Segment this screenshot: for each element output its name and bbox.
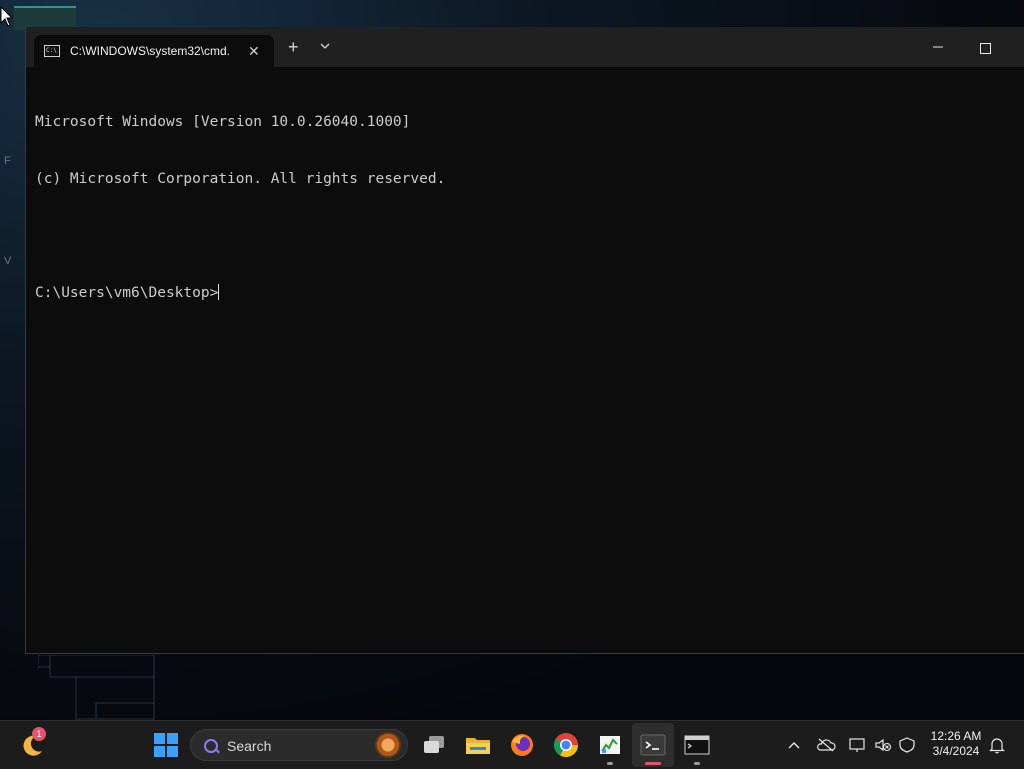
cmd-icon — [684, 735, 710, 755]
terminal-window: C:\ C:\WINDOWS\system32\cmd. ✕ + Microso… — [25, 27, 1024, 654]
task-manager-button[interactable] — [590, 721, 630, 769]
windows-logo-icon — [154, 733, 178, 757]
background-window-fragment — [38, 655, 155, 720]
clock-time: 12:26 AM — [930, 729, 982, 743]
shield-icon — [899, 737, 915, 753]
new-tab-button[interactable]: + — [288, 38, 299, 56]
maximize-icon — [979, 42, 991, 54]
close-tab-icon[interactable]: ✕ — [248, 43, 260, 60]
terminal-icon — [640, 734, 666, 756]
running-indicator — [607, 762, 613, 765]
network-button[interactable] — [846, 721, 868, 769]
file-explorer-button[interactable] — [458, 721, 498, 769]
prompt-text: C:\Users\vm6\Desktop> — [35, 285, 219, 301]
tab-cmd[interactable]: C:\ C:\WINDOWS\system32\cmd. ✕ — [34, 35, 274, 67]
minimize-button[interactable] — [916, 37, 960, 57]
chrome-icon — [553, 733, 578, 758]
cmd-button[interactable] — [677, 721, 717, 769]
running-indicator — [694, 762, 700, 765]
console-line: (c) Microsoft Corporation. All rights re… — [35, 171, 446, 187]
notifications-button[interactable] — [986, 721, 1008, 769]
terminal-button[interactable] — [632, 723, 674, 767]
cloud-offline-icon — [817, 738, 836, 752]
active-indicator — [645, 762, 661, 765]
mouse-pointer-icon — [0, 6, 14, 27]
text-caret — [218, 284, 220, 300]
firefox-icon — [511, 734, 533, 756]
task-view-icon — [424, 736, 444, 753]
console-line: Microsoft Windows [Version 10.0.26040.10… — [35, 114, 411, 130]
chevron-down-icon[interactable] — [320, 42, 330, 50]
task-view-button[interactable] — [414, 721, 454, 769]
title-bar[interactable]: C:\ C:\WINDOWS\system32\cmd. ✕ + — [26, 27, 1024, 67]
security-button[interactable] — [896, 721, 918, 769]
console-output[interactable]: Microsoft Windows [Version 10.0.26040.10… — [35, 75, 445, 341]
cmd-icon: C:\ — [44, 45, 60, 57]
search-label: Search — [227, 738, 272, 754]
file-explorer-icon — [466, 738, 490, 754]
widgets-button[interactable]: 1 — [14, 721, 50, 769]
search-box[interactable]: Search — [190, 729, 408, 761]
taskbar: 1 Search 12:26 AM 3/4/2024 — [0, 720, 1024, 769]
firefox-button[interactable] — [502, 721, 542, 769]
desktop-edge-text: F — [4, 155, 11, 167]
start-button[interactable] — [148, 721, 184, 769]
maximize-button[interactable] — [963, 37, 1007, 57]
clock-date: 3/4/2024 — [932, 744, 980, 758]
network-icon — [849, 738, 865, 752]
volume-muted-icon — [875, 738, 892, 752]
bell-icon — [989, 738, 1005, 754]
desktop-edge-text: V — [4, 255, 12, 267]
chevron-up-icon — [788, 742, 800, 749]
task-manager-icon — [600, 736, 620, 754]
clock[interactable]: 12:26 AM 3/4/2024 — [925, 729, 987, 759]
chrome-button[interactable] — [546, 721, 586, 769]
minimize-icon — [933, 46, 943, 48]
notification-badge: 1 — [32, 727, 46, 741]
search-icon — [204, 739, 218, 753]
tab-title: C:\WINDOWS\system32\cmd. — [70, 44, 231, 58]
search-highlight-icon — [375, 732, 401, 758]
onedrive-button[interactable] — [814, 721, 838, 769]
volume-button[interactable] — [872, 721, 894, 769]
show-hidden-icons-button[interactable] — [782, 721, 806, 769]
prompt-line[interactable]: C:\Users\vm6\Desktop> — [35, 284, 445, 303]
